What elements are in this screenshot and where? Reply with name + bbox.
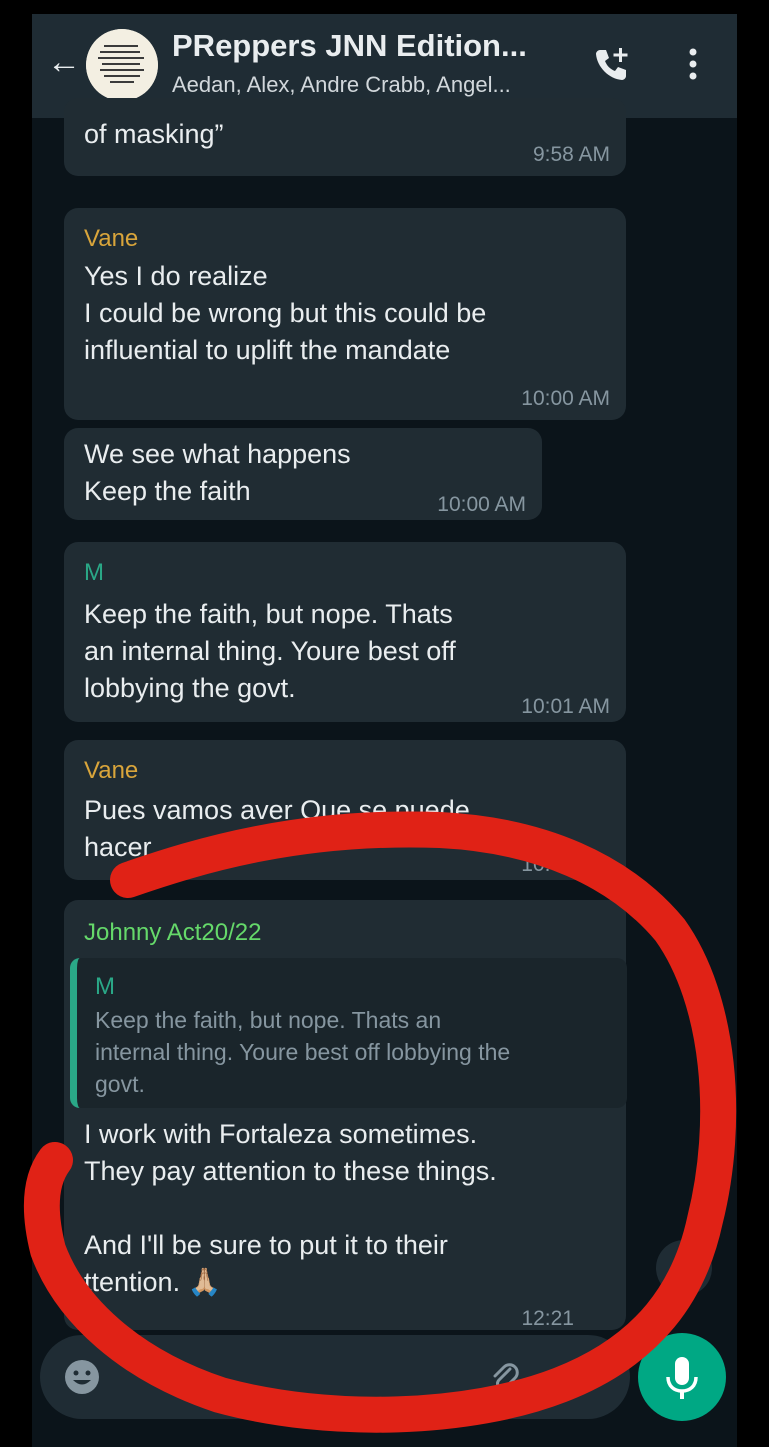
quoted-sender: M — [95, 973, 115, 1000]
group-avatar[interactable] — [86, 29, 158, 101]
message-text: Pues vamos aver Que se puede hacer — [84, 795, 470, 862]
camera-icon[interactable] — [558, 1357, 598, 1397]
message-bubble[interactable]: Vane Yes I do realize I could be wrong b… — [64, 208, 626, 420]
emoji-icon[interactable] — [62, 1357, 102, 1397]
message-sender[interactable]: Johnny Act20/22 — [84, 914, 261, 951]
message-bubble[interactable]: We see what happens Keep the faith 10:00… — [64, 428, 542, 520]
message-time: 10:03 AM — [521, 853, 610, 876]
message-time: 10:00 AM — [521, 387, 610, 410]
message-time: 10:01 AM — [521, 695, 610, 718]
chat-title[interactable]: PReppers JNN Edition... — [172, 28, 572, 64]
message-bubble[interactable]: Vane Pues vamos aver Que se puede hacer … — [64, 740, 626, 880]
message-input-bar[interactable] — [40, 1335, 630, 1419]
message-text: Yes I do realize I could be wrong but th… — [84, 261, 487, 365]
microphone-icon[interactable] — [638, 1333, 726, 1421]
message-text: Keep the faith, but nope. Thats an inter… — [84, 599, 456, 703]
message-sender[interactable]: Vane — [84, 220, 138, 257]
chat-screen: ← PReppers JNN Edition... Aedan, Alex, A… — [32, 14, 737, 1447]
message-sender[interactable]: Vane — [84, 752, 138, 789]
message-text: I work with Fortaleza sometimes. They pa… — [84, 1119, 497, 1297]
message-time: 10:00 AM — [437, 493, 526, 516]
message-text: We see what happens Keep the faith — [84, 439, 351, 506]
quoted-text: Keep the faith, but nope. Thats an inter… — [95, 1007, 511, 1097]
message-text: of masking” — [84, 119, 224, 149]
message-time: 12:21 — [521, 1307, 574, 1330]
reply-message-bubble[interactable]: Johnny Act20/22 M Keep the faith, but no… — [64, 900, 627, 1330]
more-vertical-icon[interactable] — [678, 42, 708, 86]
message-time: 9:58 AM — [532, 143, 610, 166]
paperclip-icon[interactable] — [486, 1359, 522, 1395]
message-sender[interactable]: M — [84, 554, 104, 591]
message-bubble[interactable]: M Keep the faith, but nope. Thats an int… — [64, 542, 626, 722]
double-chevron-down-icon[interactable] — [656, 1240, 712, 1296]
message-list[interactable]: of masking” 9:58 AM Vane Yes I do realiz… — [32, 98, 737, 1347]
chat-members[interactable]: Aedan, Alex, Andre Crabb, Angel... — [172, 72, 592, 98]
quoted-message[interactable]: M Keep the faith, but nope. Thats an int… — [70, 958, 627, 1108]
message-bubble[interactable]: of masking” 9:58 AM — [64, 98, 626, 176]
arrow-left-icon[interactable]: ← — [46, 44, 82, 80]
add-call-icon[interactable] — [590, 42, 634, 86]
